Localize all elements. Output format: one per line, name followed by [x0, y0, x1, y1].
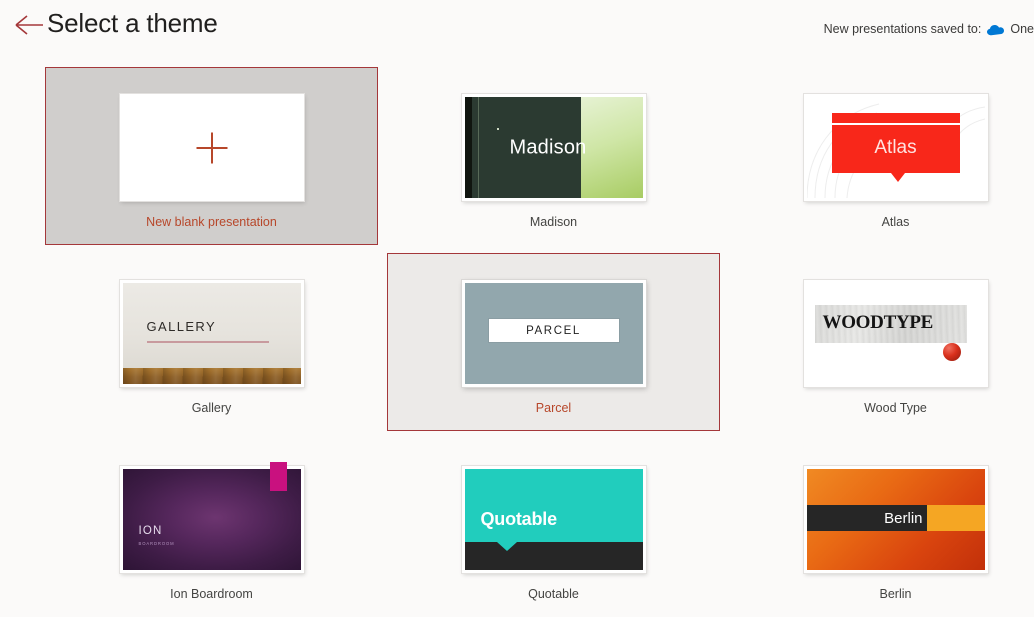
quotable-dark-band [464, 542, 643, 570]
page-header: Select a theme New presentations saved t… [0, 0, 1034, 52]
woodtype-red-dot [942, 343, 961, 361]
gallery-title-text: GALLERY [146, 319, 217, 334]
berlin-title-text: Berlin [884, 509, 923, 527]
gallery-underline [146, 341, 269, 343]
parcel-title-text: PARCEL [526, 324, 581, 337]
theme-card-madison[interactable]: Madison Madison [387, 67, 720, 245]
theme-label: Wood Type [864, 401, 927, 415]
saved-location-value: One [1010, 22, 1034, 36]
theme-thumbnail-wrap: Quotable [461, 466, 646, 573]
theme-card-new-blank-presentation[interactable]: New blank presentation [45, 67, 378, 245]
theme-label: Atlas [881, 215, 910, 229]
saved-location-label: New presentations saved to: [823, 22, 982, 36]
theme-card-quotable[interactable]: Quotable Quotable [387, 439, 720, 617]
madison-divider-line [477, 97, 479, 198]
theme-thumbnail-wrap: PARCEL [461, 280, 646, 387]
theme-thumbnail-wrap: Atlas [803, 94, 988, 201]
theme-thumbnail-wrap: Berlin [803, 466, 988, 573]
theme-thumbnail-atlas: Atlas [806, 97, 985, 198]
theme-label: Madison [529, 215, 578, 229]
madison-green-panel [580, 97, 643, 198]
theme-card-berlin[interactable]: Berlin Berlin [729, 439, 1034, 617]
atlas-bubble-tail [890, 173, 905, 182]
theme-thumbnail-wrap: WOODTYPE [803, 280, 988, 387]
ion-magenta-tab [269, 462, 287, 491]
theme-label: Quotable [528, 587, 579, 601]
berlin-amber-band [926, 505, 985, 531]
ion-title-text: ION [138, 525, 163, 537]
madison-title-text: Madison [509, 136, 587, 158]
quotable-teal-panel [464, 469, 643, 542]
atlas-title-text: Atlas [874, 137, 917, 158]
theme-thumbnail-wood-type: WOODTYPE [806, 283, 985, 384]
theme-card-ion-boardroom[interactable]: ION BOARDROOM Ion Boardroom [45, 439, 378, 617]
theme-thumbnail-blank [122, 97, 301, 198]
theme-label: Parcel [535, 401, 572, 415]
theme-card-atlas[interactable]: Atlas Atlas [729, 67, 1034, 245]
parcel-title-box: PARCEL [487, 318, 620, 343]
theme-thumbnail-berlin: Berlin [806, 469, 985, 570]
theme-label: Ion Boardroom [170, 587, 253, 601]
madison-dot [496, 128, 499, 130]
quotable-title-text: Quotable [480, 509, 558, 529]
ion-subtitle-text: BOARDROOM [138, 541, 175, 546]
theme-label: Berlin [879, 587, 912, 601]
plus-icon-vertical [210, 132, 213, 163]
theme-thumbnail-quotable: Quotable [464, 469, 643, 570]
woodtype-title-text: WOODTYPE [822, 312, 934, 333]
theme-card-gallery[interactable]: GALLERY Gallery [45, 253, 378, 431]
page-title: Select a theme [47, 8, 218, 38]
theme-thumbnail-gallery: GALLERY [122, 283, 301, 384]
theme-thumbnail-wrap: GALLERY [119, 280, 304, 387]
back-arrow-icon[interactable] [14, 12, 44, 38]
onedrive-cloud-icon [987, 24, 1005, 36]
theme-thumbnail-wrap: ION BOARDROOM [119, 462, 304, 573]
quotable-notch [496, 542, 517, 551]
theme-label: Gallery [191, 401, 232, 415]
theme-thumbnail-ion-boardroom: ION BOARDROOM [122, 462, 301, 570]
theme-thumbnail-madison: Madison [464, 97, 643, 198]
gallery-floor [122, 368, 301, 384]
madison-edge [464, 97, 472, 198]
theme-thumbnail-wrap: Madison [461, 94, 646, 201]
theme-thumbnail-parcel: PARCEL [464, 283, 643, 384]
saved-location-indicator: New presentations saved to: One [824, 22, 1034, 36]
cloud-glyph [987, 25, 1005, 36]
theme-grid: New blank presentation Madison Madison A… [0, 52, 1034, 601]
theme-card-parcel[interactable]: PARCEL Parcel [387, 253, 720, 431]
theme-label: New blank presentation [146, 215, 277, 229]
theme-card-wood-type[interactable]: WOODTYPE Wood Type [729, 253, 1034, 431]
theme-thumbnail-wrap [119, 94, 304, 201]
back-arrow-glyph [15, 15, 43, 35]
